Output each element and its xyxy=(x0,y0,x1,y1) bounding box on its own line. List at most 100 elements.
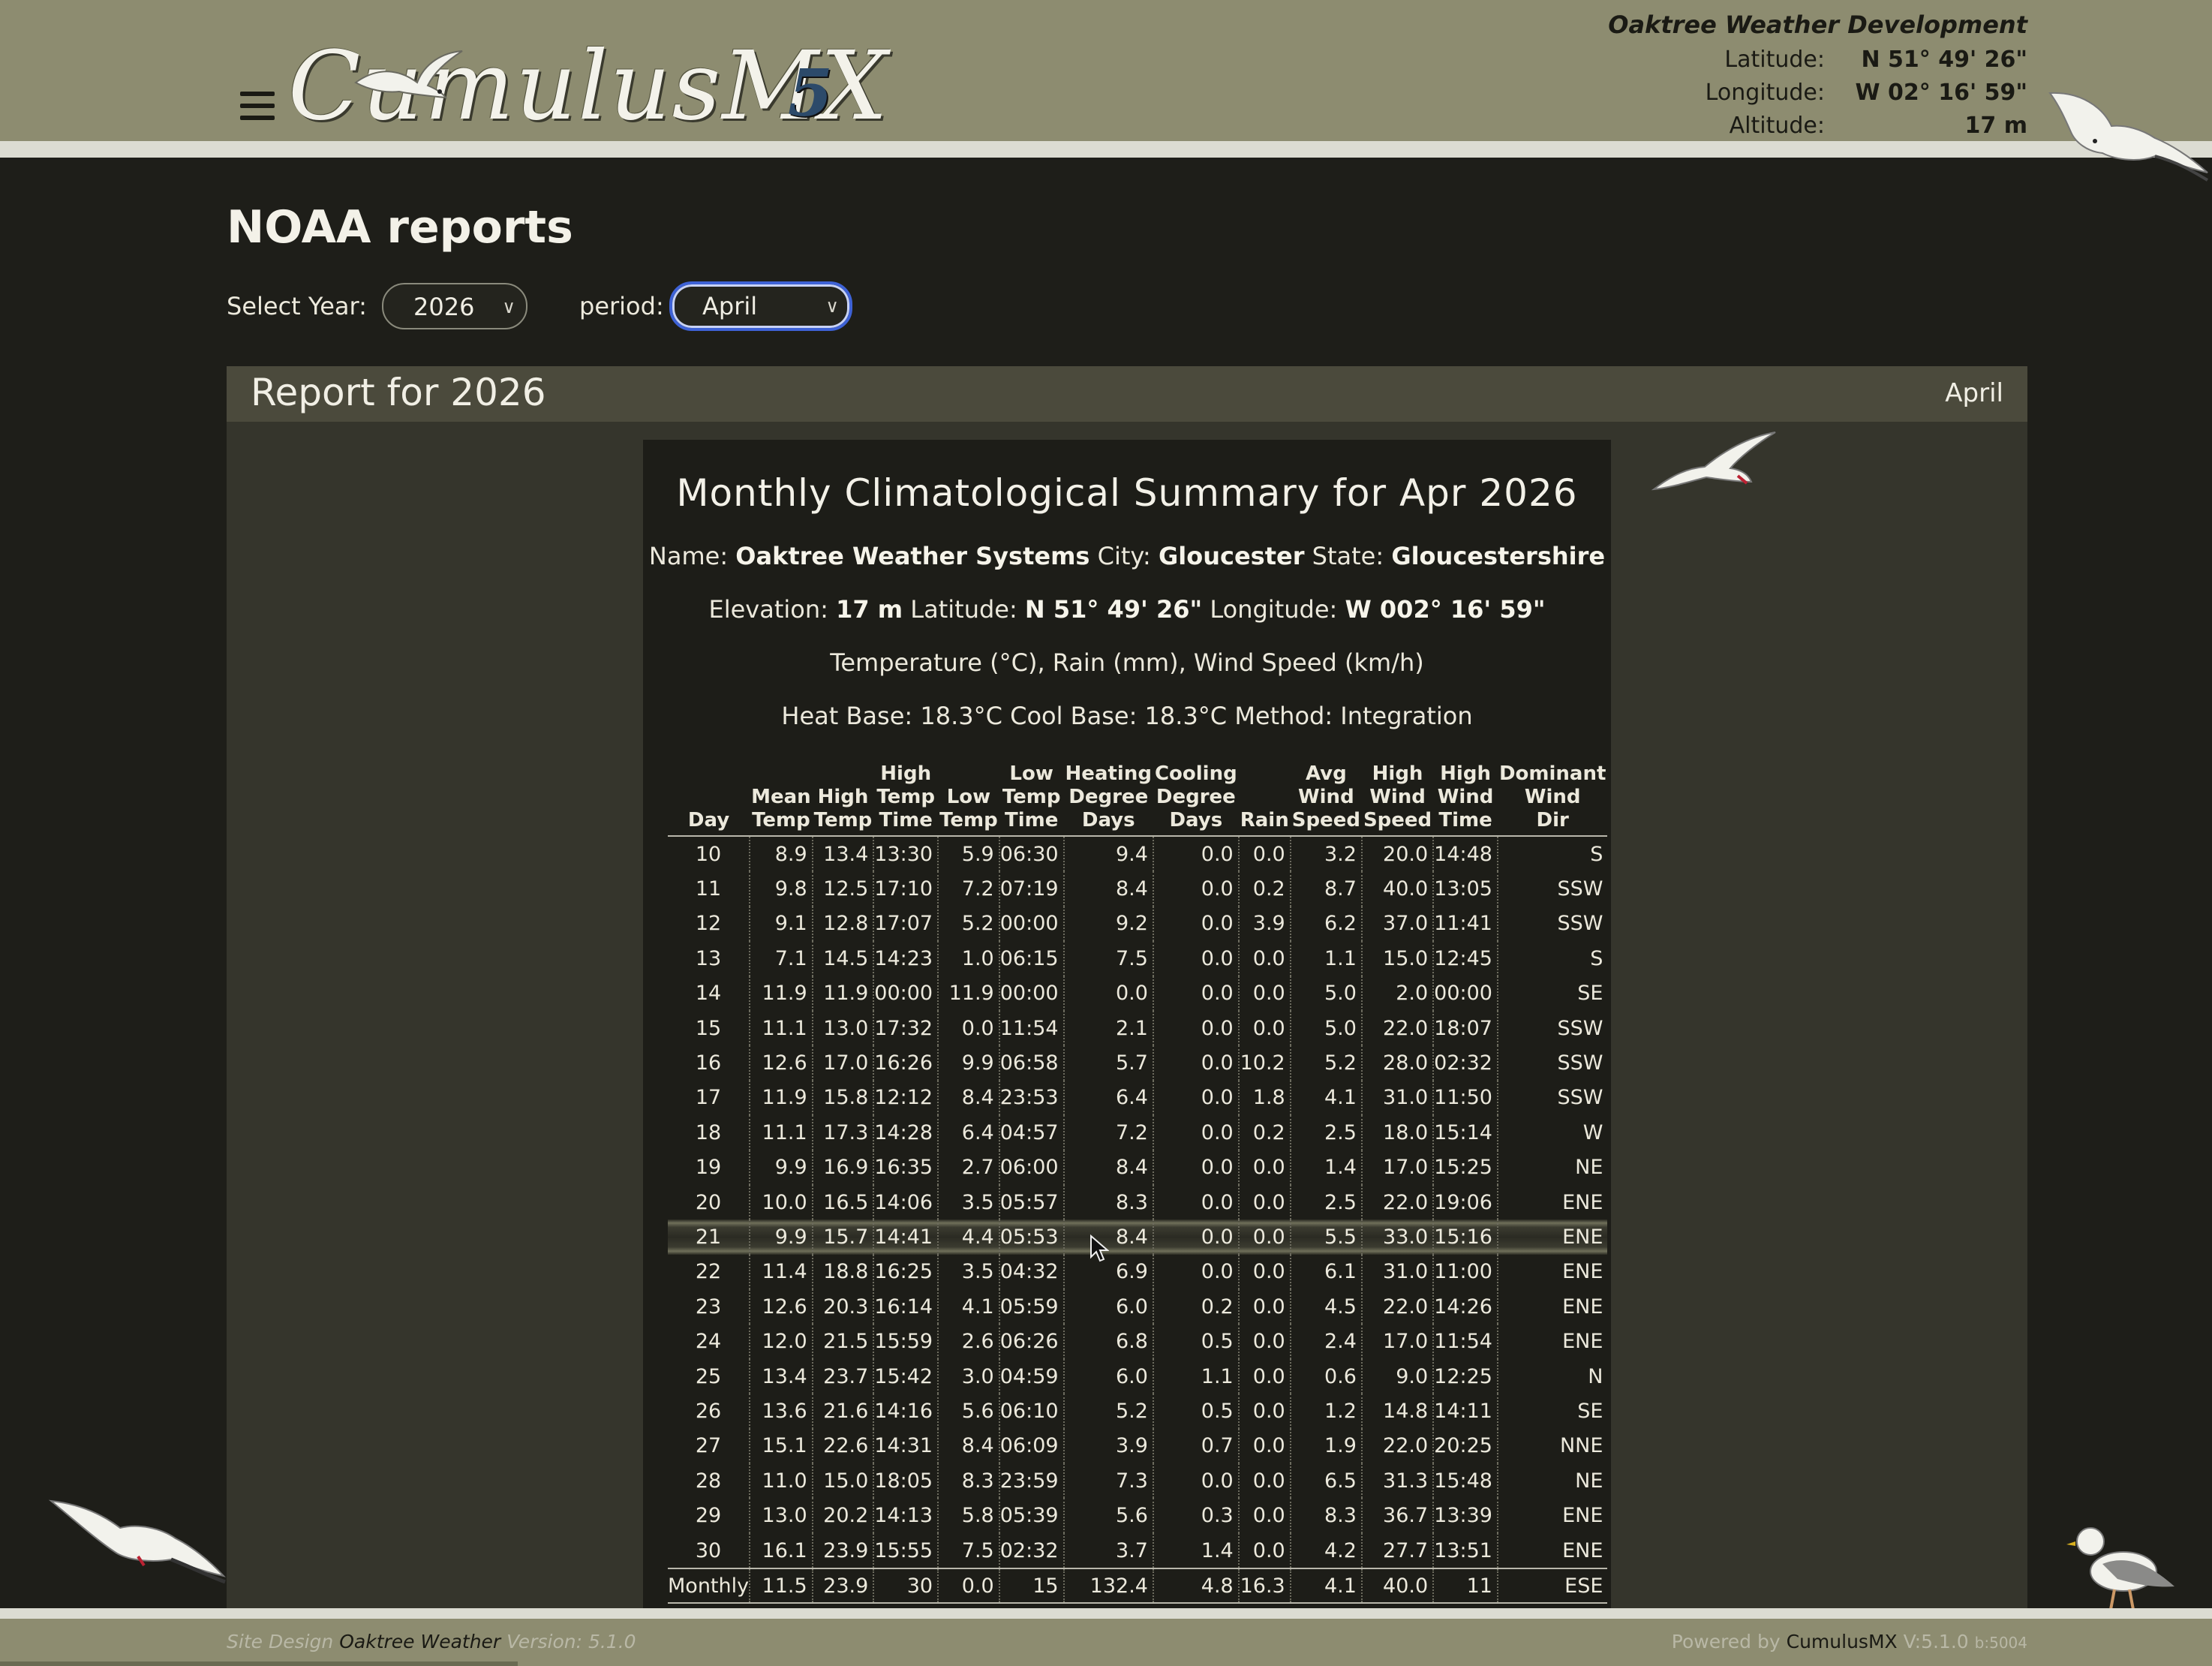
table-cell: 7.2 xyxy=(1063,1115,1154,1150)
table-cell: 0.0 xyxy=(1238,941,1291,976)
table-cell: 29 xyxy=(668,1498,751,1533)
table-cell: 05:57 xyxy=(999,1184,1065,1220)
table-cell: 13.6 xyxy=(750,1394,813,1429)
table-cell: 0.0 xyxy=(1238,1498,1291,1533)
table-cell: 14:28 xyxy=(873,1115,939,1150)
table-row: 27 15.1 22.6 14:31 8.4 06:09 3.9 0.7 0.0 1.9 22.0 2… xyxy=(668,1428,1607,1464)
table-row: 14 11.9 11.9 00:00 11.9 00:00 0.0 0.0 0.0 5.0 2.0 0… xyxy=(668,976,1607,1011)
table-cell: 4.5 xyxy=(1290,1289,1363,1325)
table-cell: 00:00 xyxy=(999,976,1065,1011)
report-location-line: Elevation: 17 m Latitude: N 51° 49' 26" … xyxy=(708,595,1546,624)
table-cell: 1.9 xyxy=(1290,1428,1363,1464)
table-cell: 1.1 xyxy=(1153,1358,1240,1394)
table-cell: 6.0 xyxy=(1063,1289,1154,1325)
table-cell: 0.2 xyxy=(1238,1115,1291,1150)
table-cell: 14:06 xyxy=(873,1184,939,1220)
year-select[interactable]: 2026 ∨ xyxy=(382,283,527,329)
table-cell: 05:59 xyxy=(999,1289,1065,1325)
table-cell: 0.0 xyxy=(1153,1254,1240,1290)
table-cell: 15:55 xyxy=(873,1532,939,1569)
table-cell: 15.0 xyxy=(812,1463,875,1499)
table-cell: 17:07 xyxy=(873,906,939,942)
report-panel: Report for 2026 April Monthly Climatolog… xyxy=(227,366,2027,1610)
table-cell: 0.0 xyxy=(938,1010,1000,1046)
table-cell: 0.0 xyxy=(1153,1080,1240,1116)
table-cell: 16:25 xyxy=(873,1254,939,1290)
table-cell: SSW xyxy=(1557,912,1603,936)
table-cell: 0.0 xyxy=(1153,836,1240,872)
table-cell: 14:11 xyxy=(1433,1394,1498,1429)
table-cell: 0.0 xyxy=(1153,1150,1240,1185)
table-cell: 3.9 xyxy=(1238,906,1291,942)
table-cell: 17 xyxy=(668,1080,751,1116)
column-header: High Wind Time xyxy=(1433,762,1498,837)
table-cell: 9.9 xyxy=(750,1150,813,1185)
table-cell: S xyxy=(1590,842,1603,866)
table-cell: 1.1 xyxy=(1290,941,1363,976)
table-row: 23 12.6 20.3 16:14 4.1 05:59 6.0 0.2 0.0 4.5 22.0 1… xyxy=(668,1289,1607,1325)
table-cell: NE xyxy=(1575,1156,1603,1180)
table-cell: 14.8 xyxy=(1361,1394,1435,1429)
mouse-cursor-icon xyxy=(1090,1234,1109,1262)
table-cell: 07:19 xyxy=(999,871,1065,907)
table-cell: 0.0 xyxy=(1153,1184,1240,1220)
table-cell: 15 xyxy=(999,1568,1065,1604)
seagull-icon xyxy=(354,50,463,99)
table-row-monthly: Monthly 11.5 23.9 30 0.0 15 132.4 4.8 16.3 4.1 40.… xyxy=(668,1568,1608,1604)
header-stripe xyxy=(0,141,2212,158)
table-cell: 13:30 xyxy=(873,836,939,872)
table-cell: 36.7 xyxy=(1361,1498,1435,1533)
table-cell: 0.0 xyxy=(1238,1219,1291,1255)
table-cell: 11:41 xyxy=(1433,906,1498,942)
table-cell: 3.0 xyxy=(938,1358,1000,1394)
table-cell: 06:30 xyxy=(999,836,1065,872)
table-cell: 15:48 xyxy=(1433,1463,1498,1499)
table-cell: 16.1 xyxy=(750,1532,813,1569)
table-cell: 5.5 xyxy=(1290,1219,1363,1255)
table-cell: 6.4 xyxy=(938,1115,1000,1150)
table-row: 15 11.1 13.0 17:32 0.0 11:54 2.1 0.0 0.0 5.0 22.0 1… xyxy=(668,1010,1607,1046)
table-cell: 04:32 xyxy=(999,1254,1065,1290)
table-cell: 13:05 xyxy=(1433,871,1498,907)
report-panel-header: Report for 2026 April xyxy=(227,366,2027,422)
table-cell: 6.5 xyxy=(1290,1463,1363,1499)
table-cell: 9.9 xyxy=(938,1045,1000,1081)
table-cell: 18.8 xyxy=(812,1254,875,1290)
table-cell: 13 xyxy=(668,941,751,976)
table-cell: 4.1 xyxy=(1290,1568,1363,1604)
table-cell: 14:13 xyxy=(873,1498,939,1533)
table-cell: 22.0 xyxy=(1361,1289,1435,1325)
table-cell: 5.2 xyxy=(938,906,1000,942)
table-cell: 14:41 xyxy=(873,1219,939,1255)
table-cell: 20.3 xyxy=(812,1289,875,1325)
table-cell: 0.6 xyxy=(1290,1358,1363,1394)
table-cell: 11 xyxy=(1433,1568,1498,1604)
table-cell: 0.0 xyxy=(1238,1010,1291,1046)
chevron-down-icon: ∨ xyxy=(502,296,515,317)
table-cell: 0.0 xyxy=(1238,1428,1291,1464)
table-cell: 14:48 xyxy=(1433,836,1498,872)
table-cell: 6.8 xyxy=(1063,1324,1154,1359)
table-cell: ENE xyxy=(1562,1330,1603,1354)
table-cell: 15.0 xyxy=(1361,941,1435,976)
table-cell: 0.0 xyxy=(1238,1324,1291,1359)
footer-design-link[interactable]: Oaktree Weather xyxy=(339,1631,500,1652)
column-header: Avg Wind Speed xyxy=(1290,762,1362,837)
table-cell: 3.5 xyxy=(938,1254,1000,1290)
table-cell: 0.5 xyxy=(1153,1394,1240,1429)
menu-icon[interactable] xyxy=(240,92,275,122)
table-header-row: Day Mean Temp High Temp High Temp Time Low Temp Lo… xyxy=(668,762,1608,837)
table-cell: 6.4 xyxy=(1063,1080,1154,1116)
report-panel-period: April xyxy=(1945,378,2003,408)
footer-cumulus-link[interactable]: CumulusMX xyxy=(1787,1631,1898,1652)
table-cell: 16:26 xyxy=(873,1045,939,1081)
report-panel-title: Report for 2026 xyxy=(251,371,546,414)
table-cell: 2.1 xyxy=(1063,1010,1154,1046)
period-select[interactable]: April ∨ xyxy=(669,281,852,331)
table-cell: 5.2 xyxy=(1063,1394,1154,1429)
table-cell: 2.5 xyxy=(1290,1184,1363,1220)
table-cell: 21.6 xyxy=(812,1394,875,1429)
table-cell: 1.8 xyxy=(1238,1080,1291,1116)
table-cell: 9.8 xyxy=(750,871,813,907)
table-cell: 0.0 xyxy=(1238,1358,1291,1394)
